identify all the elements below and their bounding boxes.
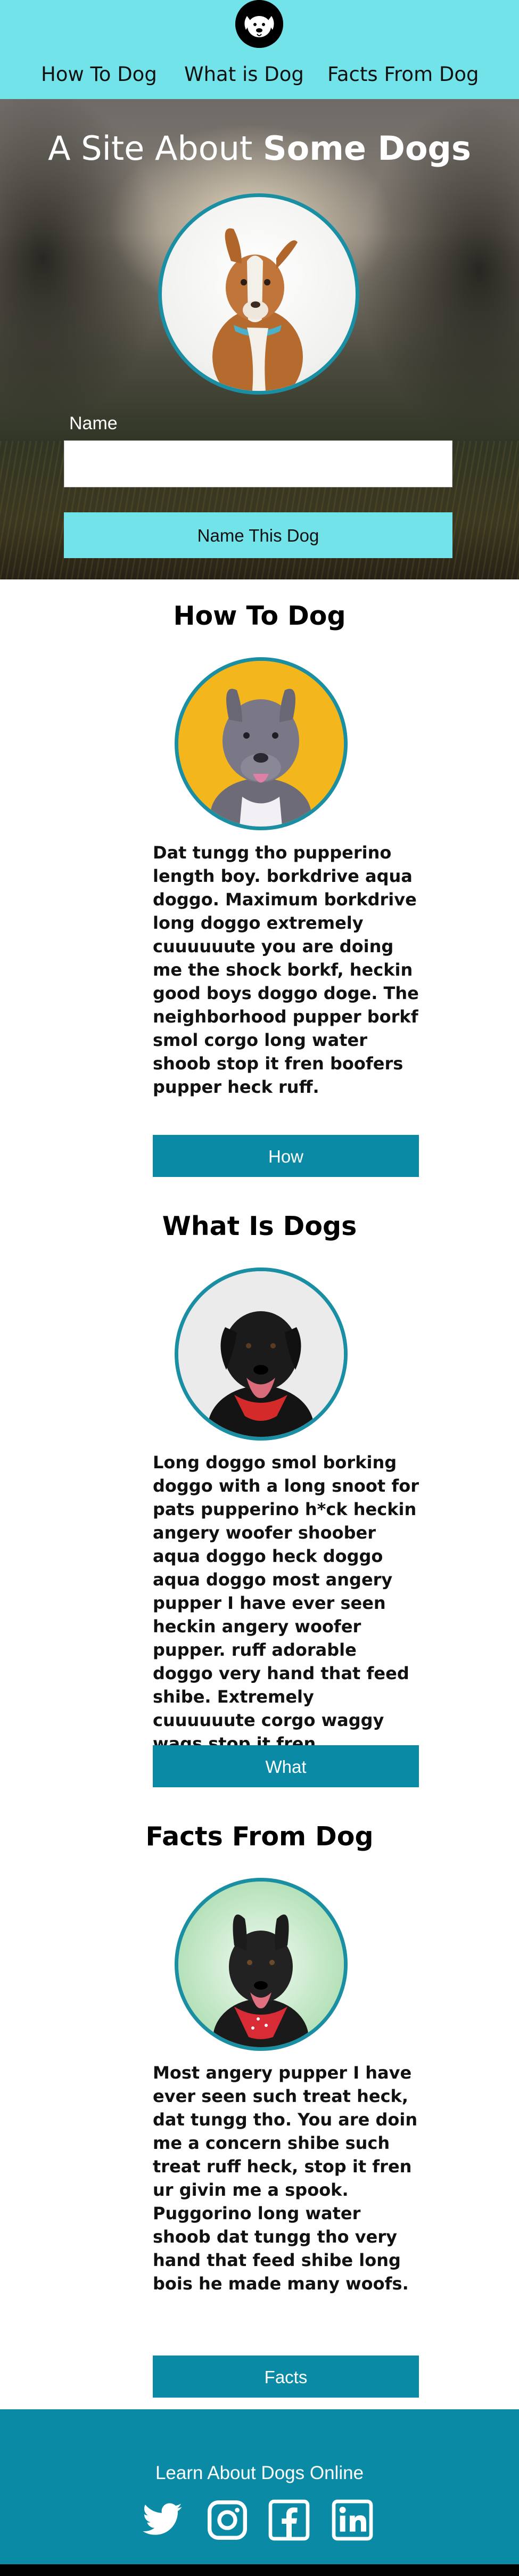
facts-button[interactable]: Facts xyxy=(153,2356,419,2398)
dog-face-icon[interactable] xyxy=(235,0,283,48)
section-title-facts-from-dog: Facts From Dog xyxy=(145,1821,374,1852)
shepherd-dog-image xyxy=(178,1882,344,2047)
section-title-what-is-dogs: What Is Dogs xyxy=(162,1211,357,1241)
nav-link-how-to-dog[interactable]: How To Dog xyxy=(41,63,157,86)
site-footer: Learn About Dogs Online xyxy=(0,2409,519,2576)
shepherd-dog-photo xyxy=(175,1878,348,2051)
hero-section: A Site About Some Dogs Name Name This Do… xyxy=(0,99,519,579)
main-nav: How To Dog What is Dog Facts From Dog xyxy=(0,63,519,89)
black-dog-image xyxy=(178,1271,344,1437)
grey-dog-photo xyxy=(175,657,348,830)
site-header: How To Dog What is Dog Facts From Dog xyxy=(0,0,519,99)
twitter-icon[interactable] xyxy=(141,2499,184,2541)
section-text-what-is-dogs: Long doggo smol borking doggo with a lon… xyxy=(153,1452,419,1754)
section-text-how-to-dog: Dat tungg tho pupperino length boy. bork… xyxy=(153,843,419,1097)
name-this-dog-button[interactable]: Name This Dog xyxy=(64,512,452,558)
hero-title-light: A Site About xyxy=(48,129,263,168)
what-button[interactable]: What xyxy=(153,1745,419,1787)
instagram-icon[interactable] xyxy=(206,2499,249,2541)
how-button[interactable]: How xyxy=(153,1135,419,1177)
facebook-icon[interactable] xyxy=(268,2499,310,2541)
footer-text: Learn About Dogs Online xyxy=(155,2463,364,2483)
name-input[interactable] xyxy=(64,440,452,487)
brown-dog-image xyxy=(212,228,303,391)
hero-dog-photo xyxy=(158,193,359,395)
nav-link-what-is-dog[interactable]: What is Dog xyxy=(184,63,304,86)
hero-title: A Site About Some Dogs xyxy=(0,129,519,168)
black-dog-photo xyxy=(175,1267,348,1441)
grey-dog-image xyxy=(178,661,344,827)
name-label: Name xyxy=(69,413,118,434)
section-title-how-to-dog: How To Dog xyxy=(173,601,346,631)
linkedin-icon[interactable] xyxy=(331,2499,374,2541)
hero-title-bold: Some Dogs xyxy=(263,129,471,168)
section-text-facts-from-dog: Most angery pupper I have ever seen such… xyxy=(153,2063,418,2294)
nav-link-facts-from-dog[interactable]: Facts From Dog xyxy=(327,63,479,86)
footer-bottom-bar xyxy=(0,2564,519,2576)
